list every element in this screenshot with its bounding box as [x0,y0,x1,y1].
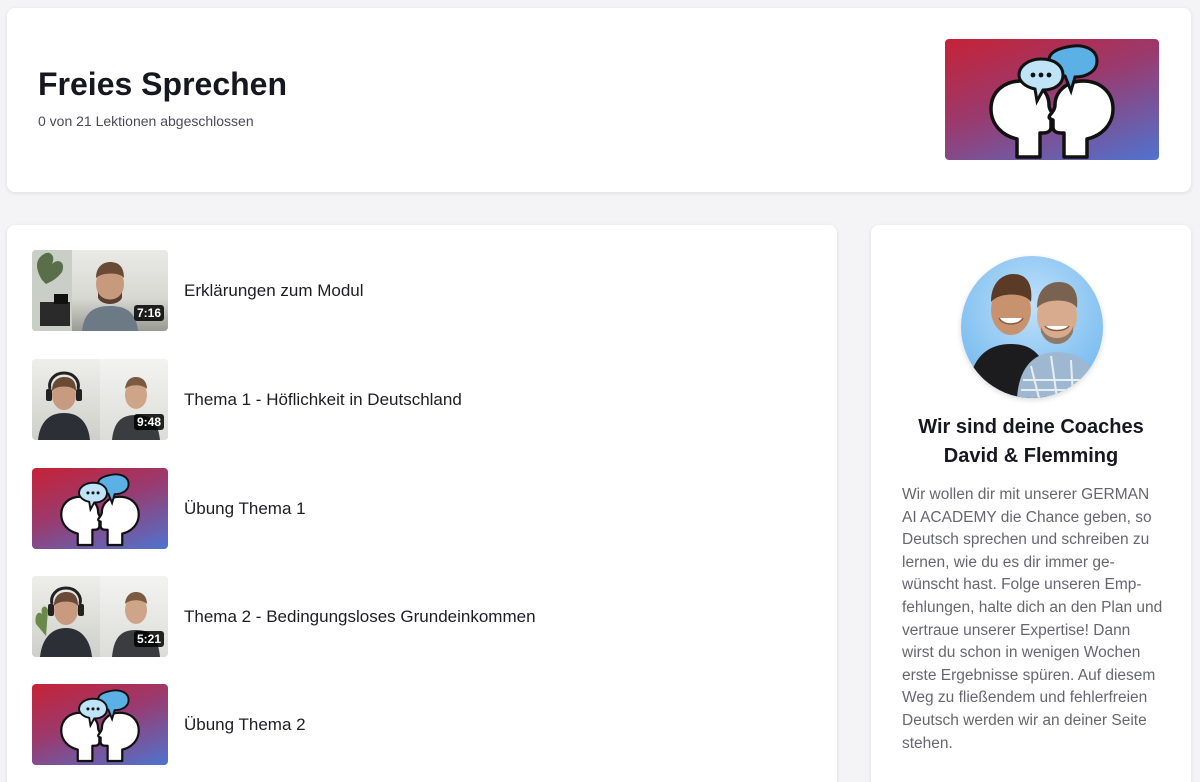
lesson-list: 7:16 Erklärungen zum Modul 9:48 Thema 1 … [7,225,837,782]
lesson-thumbnail [32,468,168,549]
lesson-thumbnail: 9:48 [32,359,168,440]
speaking-heads-chat-icon [32,684,168,765]
video-duration-badge: 7:16 [133,305,164,321]
lesson-title: Thema 2 - Bedingungsloses Grundeinkommen [184,607,536,626]
coaches-heading-line2: David & Flemming [943,445,1119,467]
coaches-avatar [961,256,1103,398]
page-title: Freies Sprechen [38,66,287,102]
lesson-title: Übung Thema 2 [184,715,306,734]
lesson-item[interactable]: 5:21 Thema 2 - Bedingungsloses Grundeink… [32,576,812,658]
lesson-item[interactable]: 9:48 Thema 1 - Höflichkeit in Deutschlan… [32,359,812,441]
speaking-heads-chat-icon [945,39,1159,160]
lesson-thumbnail: 7:16 [32,250,168,331]
lesson-title: Erklärungen zum Modul [184,281,364,300]
lesson-thumbnail: 5:21 [32,576,168,657]
speaking-heads-chat-icon [32,468,168,549]
coaches-description: Wir wollen dir mit unserer GERMAN AI ACA… [902,486,1163,752]
course-header-card: Freies Sprechen 0 von 21 Lektionen abges… [7,8,1191,192]
video-duration-badge: 5:21 [133,631,164,647]
lesson-item[interactable]: Übung Thema 2 [32,684,812,766]
video-duration-badge: 9:48 [133,414,164,430]
coaches-heading-line1: Wir sind deine Coaches [918,416,1144,438]
lesson-item[interactable]: 7:16 Erklärungen zum Modul [32,250,812,332]
course-progress-text: 0 von 21 Lektionen abgeschlossen [38,113,254,129]
coaches-heading: Wir sind deine Coaches David & Flemming [891,413,1171,471]
lesson-title: Thema 1 - Höflichkeit in Deutschland [184,390,462,409]
lesson-thumbnail [32,684,168,765]
lesson-title: Übung Thema 1 [184,499,306,518]
coaches-card: Wir sind deine Coaches David & Flemming … [871,225,1191,782]
lesson-item[interactable]: Übung Thema 1 [32,468,812,550]
course-thumbnail [945,39,1159,160]
